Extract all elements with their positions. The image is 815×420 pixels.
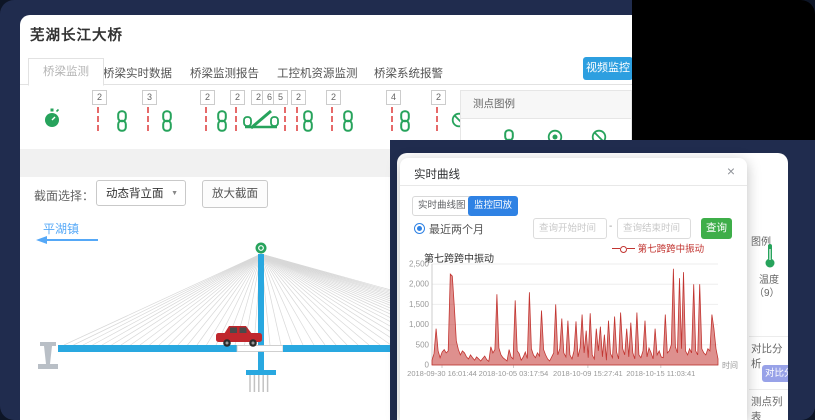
chain-sensor-icon[interactable] [342, 110, 354, 132]
svg-text:2018-10-09 15:27:41: 2018-10-09 15:27:41 [553, 369, 623, 378]
svg-text:2018-10-05 03:17:54: 2018-10-05 03:17:54 [479, 369, 549, 378]
chain-sensor-icon[interactable] [399, 110, 411, 132]
svg-text:2018-09-30 16:01:44: 2018-09-30 16:01:44 [407, 369, 477, 378]
legend-circle-icon [620, 246, 627, 253]
svg-text:2018-10-15 11:03:41: 2018-10-15 11:03:41 [626, 369, 695, 378]
dialog-divider [400, 185, 747, 186]
chart-legend: 第七跨跨中振动 [612, 241, 704, 255]
chain-sensor-icon[interactable] [161, 110, 173, 132]
sensor-dash-line [97, 107, 99, 131]
sensor-count-badge: 2 [92, 90, 107, 105]
sensor-count-badge: 2 [326, 90, 341, 105]
recent-two-months-label: 最近两个月 [429, 221, 484, 237]
main-tab-3[interactable]: 桥梁监测报告 [190, 65, 259, 81]
sidebar-temp-count: （9） [754, 284, 780, 299]
svg-text:2,500: 2,500 [409, 260, 430, 269]
tab-monitor-playback[interactable]: 监控回放 [468, 196, 518, 216]
realtime-curve-dialog: 实时曲线 × 实时曲线图 监控回放 最近两个月 - 查询 第七跨跨中振动 第七跨… [400, 158, 747, 420]
radio-dot [417, 226, 422, 231]
sensor-strip: 23222652242 [30, 88, 460, 148]
vibration-chart: 05001,0001,5002,0002,5002018-09-30 16:01… [406, 258, 742, 388]
bridge-sensor-icon[interactable] [243, 106, 279, 132]
start-time-input[interactable] [533, 218, 607, 239]
legend-text: 第七跨跨中振动 [638, 244, 705, 255]
sensor-count-badge: 2 [291, 90, 306, 105]
stopwatch-sensor-icon[interactable] [44, 108, 60, 128]
sensor-dash-line [436, 107, 438, 131]
compare-analysis-button[interactable]: 对比分析 [762, 365, 788, 382]
legend-line-icon [627, 248, 635, 250]
chain-sensor-icon[interactable] [216, 110, 228, 132]
time-range-separator: - [609, 221, 612, 232]
thermometer-icon [763, 243, 777, 269]
sensor-count-badge: 2 [431, 90, 446, 105]
svg-text:时间: 时间 [722, 360, 738, 370]
sensor-count-badge: 2 [200, 90, 215, 105]
svg-text:1,500: 1,500 [409, 300, 430, 309]
svg-text:500: 500 [416, 340, 430, 349]
main-tab-1[interactable]: 桥梁监测 [28, 58, 104, 86]
sensor-dash-line [235, 107, 237, 131]
chevron-down-icon: ▼ [171, 181, 178, 207]
chain-sensor-icon[interactable] [116, 110, 128, 132]
sidebar-divider [749, 389, 788, 390]
recent-two-months-radio[interactable] [414, 223, 425, 234]
sensor-count-badge: 5 [273, 90, 288, 105]
section-select-label: 截面选择： [34, 187, 94, 204]
sensor-count-badge: 4 [386, 90, 401, 105]
sensor-dash-line [391, 107, 393, 131]
svg-text:2,000: 2,000 [409, 280, 430, 289]
chain-sensor-icon[interactable] [302, 110, 314, 132]
video-monitor-button[interactable]: 视频监控 [583, 57, 633, 80]
query-button[interactable]: 查询 [701, 218, 732, 239]
main-tab-2[interactable]: 桥梁实时数据 [103, 65, 172, 81]
section-dropdown-value: 动态背立面 [106, 188, 164, 200]
main-tab-4[interactable]: 工控机资源监测 [277, 65, 358, 81]
sidebar-divider [749, 336, 788, 337]
page-title: 芜湖长江大桥 [30, 24, 123, 45]
sensor-dash-line [284, 107, 286, 131]
sensor-dash-line [205, 107, 207, 131]
section-dropdown[interactable]: 动态背立面 ▼ [96, 180, 186, 206]
tabbar-divider [20, 84, 632, 85]
sensor-count-badge: 2 [230, 90, 245, 105]
zoom-section-button[interactable]: 放大截面 [202, 180, 268, 208]
screen: 芜湖长江大桥 桥梁监测桥梁实时数据 桥梁监测报告 工控机资源监测桥梁系统报警 视频监… [0, 0, 815, 420]
legend-line-icon [612, 248, 620, 250]
bridge-diagram [30, 238, 402, 398]
svg-text:1,000: 1,000 [409, 320, 430, 329]
sidebar-list-label: 测点列表 [751, 394, 788, 420]
main-tab-5[interactable]: 桥梁系统报警 [374, 65, 443, 81]
background-black-region [632, 0, 815, 146]
close-icon[interactable]: × [727, 163, 735, 179]
dialog-title: 实时曲线 [414, 166, 460, 182]
sensor-dash-line [147, 107, 149, 131]
legend-panel-title: 测点图例 [461, 91, 631, 119]
tab-realtime-curve[interactable]: 实时曲线图 [412, 196, 472, 216]
sensor-dash-line [331, 107, 333, 131]
sensor-dash-line [296, 107, 298, 131]
sensor-count-badge: 3 [142, 90, 157, 105]
end-time-input[interactable] [617, 218, 691, 239]
